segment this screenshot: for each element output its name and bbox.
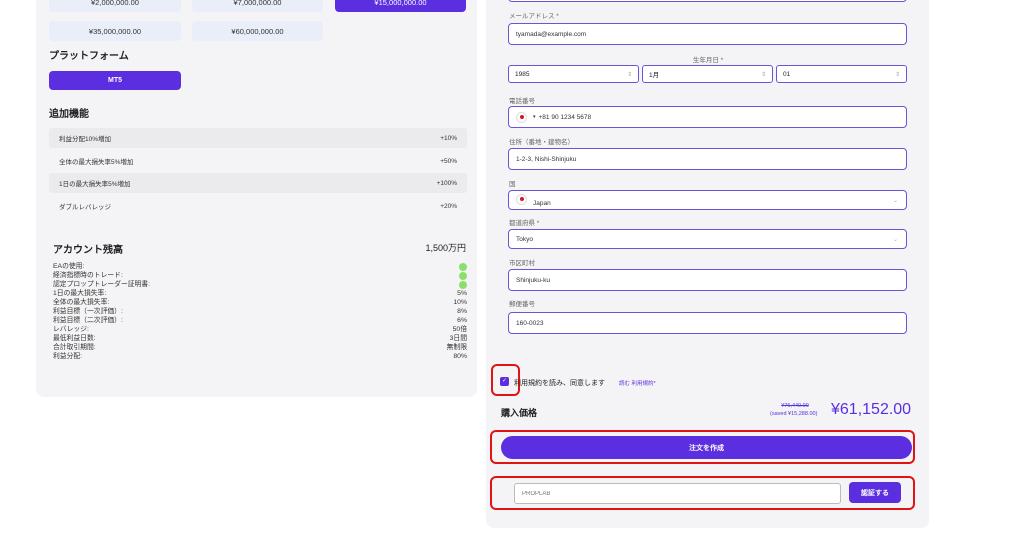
spec-label: 利益目標（一次評価）: [53, 308, 123, 315]
japan-flag-icon [516, 111, 527, 123]
phone-value: +81 90 1234 5678 [538, 113, 592, 121]
spec-row: 最低利益日数: 3日間 [53, 335, 467, 343]
terms-checkbox[interactable]: ✓ [500, 377, 509, 386]
prefecture-select[interactable]: Tokyo ⌄ [508, 229, 907, 249]
spec-row: EAの使用: [53, 263, 467, 271]
updown-icon: ⇕ [894, 71, 900, 78]
addons-title: 追加機能 [49, 109, 89, 120]
country-select[interactable]: Japan ⌄ [508, 190, 907, 210]
price-label: 購入価格 [501, 408, 538, 418]
check-icon [459, 272, 467, 280]
spec-row: 経済指標時のトレード: [53, 272, 467, 280]
spec-label: 1日の最大損失率: [53, 290, 107, 297]
addon-label: 全体の最大損失率5%増加 [59, 159, 134, 166]
saved-amount: (saved ¥15,288.00) [770, 411, 818, 417]
updown-icon: ⇕ [760, 71, 766, 78]
dob-year-select[interactable]: 1985 ⇕ [508, 65, 639, 83]
spec-row: 利益目標（一次評価）: 8% [53, 308, 467, 316]
spec-row: 全体の最大損失率: 10% [53, 299, 467, 307]
chevron-down-icon: ⌄ [892, 236, 898, 243]
spec-row: 認定プロップトレーダー証明書: [53, 281, 467, 289]
final-price: ¥61,152.00 [831, 401, 912, 418]
addon-label: 1日の最大損失率5%増加 [59, 181, 131, 188]
spec-label: 合計取引期間: [53, 344, 96, 351]
addon-label: 利益分配10%増加 [59, 136, 112, 143]
dob-month-select[interactable]: 1月 ⇕ [642, 65, 773, 83]
updown-icon: ⇕ [626, 71, 632, 78]
dob-day-value: 01 [783, 70, 791, 78]
spec-label: 利益目標（二次評価）: [53, 317, 123, 324]
dob-year-value: 1985 [515, 70, 530, 78]
addon-value: +50% [440, 157, 457, 165]
addon-label: ダブルレバレッジ [59, 204, 111, 211]
email-label: メールアドレス * [509, 13, 559, 20]
spec-row: 1日の最大損失率: 5% [53, 290, 467, 298]
dob-month-value: 1月 [649, 72, 660, 79]
original-price: ¥76,440.00 [781, 403, 809, 409]
coupon-input[interactable] [514, 483, 841, 504]
spec-label: EAの使用: [53, 263, 85, 270]
spec-value: 8% [457, 308, 467, 315]
name-field[interactable] [508, 0, 907, 2]
terms-text: 利用規約を読み、同意します [514, 380, 605, 387]
spec-value: 50倍 [452, 326, 467, 333]
spec-value: 10% [453, 299, 467, 306]
addon-value: +100% [436, 179, 457, 187]
account-size-option[interactable]: ¥35,000,000.00 [49, 21, 181, 41]
account-size-option[interactable]: ¥2,000,000.00 [49, 0, 181, 12]
spec-value: 5% [457, 290, 467, 297]
create-order-button[interactable]: 注文を作成 [501, 436, 912, 459]
country-value: Japan [533, 199, 551, 207]
terms-link[interactable]: 読む 利用規約* [619, 379, 656, 387]
country-label: 国 [509, 181, 516, 188]
dob-label: 生年月日 * [692, 57, 724, 64]
spec-value: 80% [453, 353, 467, 360]
city-label: 市区町村 [509, 260, 535, 267]
postal-label: 郵便番号 [509, 301, 535, 308]
address-field[interactable]: 1-2-3, Nishi-Shinjuku [508, 148, 907, 170]
city-field[interactable]: Shinjuku-ku [508, 269, 907, 291]
phone-country-caret-icon[interactable]: ▾ [533, 114, 536, 120]
spec-label: レバレッジ: [53, 326, 89, 333]
account-size-option[interactable]: ¥60,000,000.00 [192, 21, 323, 41]
postal-field[interactable]: 160-0023 [508, 312, 907, 334]
phone-field[interactable]: ▾ +81 90 1234 5678 [508, 106, 907, 128]
japan-flag-icon [516, 193, 527, 205]
verify-coupon-button[interactable]: 認証する [849, 482, 901, 503]
addon-value: +20% [440, 202, 457, 210]
phone-label: 電話番号 [509, 98, 535, 105]
spec-label: 認定プロップトレーダー証明書: [53, 281, 151, 288]
spec-row: 利益分配: 80% [53, 353, 467, 361]
spec-label: 最低利益日数: [53, 335, 96, 342]
account-size-option-selected[interactable]: ¥15,000,000.00 [335, 0, 466, 12]
addon-option[interactable]: 利益分配10%増加 +10% [49, 128, 467, 148]
check-icon [459, 263, 467, 271]
spec-value: 6% [457, 317, 467, 324]
platform-title: プラットフォーム [49, 51, 129, 62]
check-icon [459, 281, 467, 289]
prefecture-label: 都道府県 * [509, 220, 540, 227]
spec-row: レバレッジ: 50倍 [53, 326, 467, 334]
addon-value: +10% [440, 134, 457, 142]
chevron-down-icon: ⌄ [892, 197, 898, 204]
addon-option[interactable]: ダブルレバレッジ +20% [49, 196, 467, 216]
spec-label: 利益分配: [53, 353, 83, 360]
dob-day-select[interactable]: 01 ⇕ [776, 65, 907, 83]
account-balance-value: 1,500万円 [425, 243, 466, 253]
spec-row: 合計取引期間: 無制限 [53, 344, 467, 352]
platform-mt5-button[interactable]: MT5 [49, 71, 181, 90]
email-field[interactable]: tyamada@example.com [508, 23, 907, 45]
spec-row: 利益目標（二次評価）: 6% [53, 317, 467, 325]
spec-label: 全体の最大損失率: [53, 299, 110, 306]
spec-value: 無制限 [446, 344, 467, 351]
spec-label: 経済指標時のトレード: [53, 272, 123, 279]
addon-option[interactable]: 全体の最大損失率5%増加 +50% [49, 151, 467, 171]
account-size-option[interactable]: ¥7,000,000.00 [192, 0, 323, 12]
prefecture-value: Tokyo [516, 235, 533, 243]
spec-value: 3日間 [449, 335, 467, 342]
address-label: 住所（番地・建物名） [509, 139, 574, 146]
addon-option[interactable]: 1日の最大損失率5%増加 +100% [49, 173, 467, 193]
account-balance-title: アカウント残高 [53, 245, 123, 256]
